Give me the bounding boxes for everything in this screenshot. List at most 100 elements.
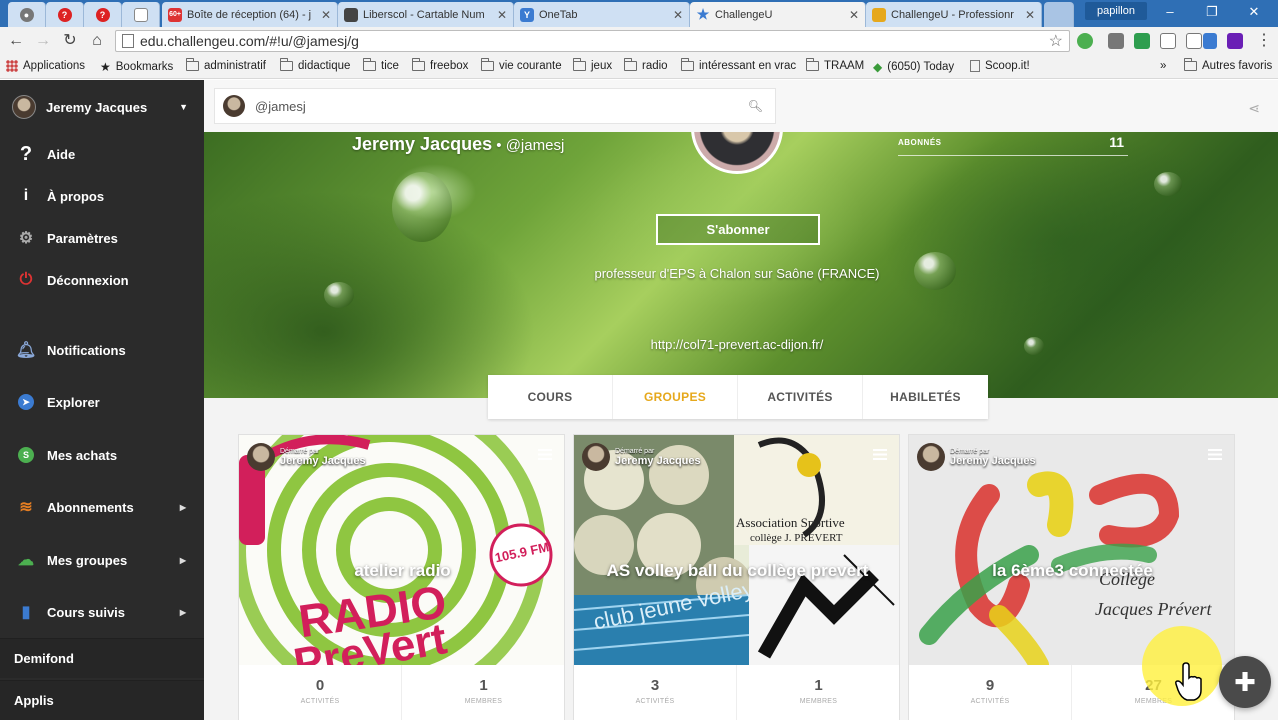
bookmark-tice[interactable]: tice [362,58,399,72]
folder-icon [279,58,293,71]
avatar [223,95,245,117]
home-icon[interactable]: ⌂ [87,31,107,51]
follow-button[interactable]: S'abonner [656,214,820,245]
pocket-icon[interactable] [1108,33,1124,49]
browser-tab-4[interactable] [122,2,160,27]
group-owner: Démarré par Jeremy Jacques [917,443,1036,471]
sidebar-item-abonnements[interactable]: ≋ Abonnements ▶ [0,492,204,522]
search-icon[interactable]: 🔍︎ [748,99,763,113]
group-card-atelier-radio[interactable]: RADIO PreVert 105.9 FM Démarré par Jeremy… [238,434,565,720]
bookmark-administratif[interactable]: administratif [185,58,266,72]
star-icon: ★ [100,60,111,74]
chrome-icon: ● [19,7,34,22]
window-close-icon[interactable]: ✕ [1242,4,1266,20]
bookmark-jeux[interactable]: jeux [572,58,612,72]
browser-tab-2[interactable]: ? [46,2,84,27]
folder-icon [185,58,199,71]
bookmark-freebox[interactable]: freebox [411,58,468,72]
folder-icon [362,58,376,71]
group-title: atelier radio [354,561,451,580]
sidebar-section-applis[interactable]: Applis [0,680,204,720]
minimize-icon[interactable]: – [1158,4,1182,19]
bookmark-interessant[interactable]: intéressant en vrac [680,58,796,72]
profile-chip[interactable]: papillon [1085,2,1147,20]
bookmark-applications[interactable]: Applications [6,60,85,72]
extension-icon[interactable] [1227,33,1243,49]
arrow-right-icon: ▶ [179,555,186,565]
bookmark-autres-favoris[interactable]: Autres favoris [1183,58,1272,72]
profile-name: Jeremy Jacques • @jamesj [352,134,565,154]
bookmark-scoopit[interactable]: Scoop.it! [970,60,1030,72]
tab-habiletes[interactable]: HABILETÉS [863,375,988,419]
browser-tab-1[interactable]: ● [8,2,46,27]
close-icon[interactable]: ✕ [321,8,331,22]
sidebar-item-a-propos[interactable]: i À propos [0,181,204,211]
svg-text:Jacques Prévert: Jacques Prévert [1095,599,1212,619]
subscribers-count[interactable]: ABONNÉS 11 [898,134,1128,156]
group-title: AS volley ball du collège prevert [606,561,869,580]
sidebar-item-mes-groupes[interactable]: ☁ Mes groupes ▶ [0,545,204,575]
share-icon[interactable]: ⋖ [1248,100,1260,117]
tab-cours[interactable]: COURS [488,375,613,419]
bookmark-star-icon[interactable]: ☆ [1049,31,1063,51]
tab-activites[interactable]: ACTIVITÉS [738,375,863,419]
menu-icon[interactable]: ⋮ [1254,31,1274,51]
reload-icon[interactable]: ↻ [60,31,80,51]
bookmark-didactique[interactable]: didactique [279,58,350,72]
close-icon[interactable]: ✕ [1025,8,1035,22]
book-icon: ▮ [21,604,31,621]
browser-tab-gmail[interactable]: 60+ Boîte de réception (64) - j ✕ [162,2,338,27]
bookmark-bookmarks[interactable]: ★ Bookmarks [100,60,173,74]
group-icon: ☁ [18,552,34,569]
sidebar-item-deconnexion[interactable]: ⏻ Déconnexion [0,265,204,295]
address-bar[interactable]: edu.challengeu.com/#!u/@jamesj/g ☆ [115,30,1070,52]
cast-icon[interactable] [1160,33,1176,49]
bookmark-radio[interactable]: radio [623,58,668,72]
browser-tab-liberscol[interactable]: Liberscol - Cartable Num ✕ [338,2,514,27]
browser-toolbar: ← → ↻ ⌂ edu.challengeu.com/#!u/@jamesj/g… [0,27,1278,55]
bookmark-today[interactable]: ◆ (6050) Today [873,60,954,74]
sidebar-item-mes-achats[interactable]: S Mes achats [0,440,204,470]
add-fab-button[interactable]: ✚ [1219,656,1271,708]
browser-tab-3[interactable]: ? [84,2,122,27]
forward-icon[interactable]: → [33,31,53,51]
sidebar-user[interactable]: Jeremy Jacques ▼ [0,92,204,122]
sidebar-item-parametres[interactable]: ⚙ Paramètres [0,223,204,253]
water-drop [392,172,452,242]
close-icon[interactable]: ✕ [849,8,859,22]
profile-website-link[interactable]: http://col71-prevert.ac-dijon.fr/ [204,337,1270,352]
close-icon[interactable]: ✕ [673,8,683,22]
group-card-as-volley[interactable]: Association Sportive collège J. PREVERT … [573,434,900,720]
sidebar-item-explorer[interactable]: ➤ Explorer [0,387,204,417]
arrow-right-icon: ▶ [179,502,186,512]
browser-tab-challengeu-pro[interactable]: ChallengeU - Professionr ✕ [866,2,1042,27]
caret-down-icon[interactable]: ▼ [179,102,188,112]
restore-icon[interactable]: ❐ [1200,4,1224,20]
browser-tab-challengeu[interactable]: ★ ChallengeU ✕ [690,2,866,27]
bookmark-traam[interactable]: TRAAM [805,58,864,72]
screen-icon[interactable] [1186,33,1202,49]
onetab-ext-icon[interactable] [1203,33,1217,49]
close-icon[interactable]: ✕ [497,8,507,22]
menu-icon[interactable] [1208,449,1222,460]
page-icon [970,60,980,72]
menu-icon[interactable] [873,449,887,460]
sidebar-item-cours-suivis[interactable]: ▮ Cours suivis ▶ [0,597,204,627]
sidebar-item-notifications[interactable]: 🔔︎ Notifications [0,335,204,365]
main-content: @jamesj 🔍︎ ⋖ Jeremy Jacques • @jamesj AB… [204,80,1278,720]
evernote-icon[interactable] [1134,33,1150,49]
menu-icon[interactable] [538,449,552,460]
search-input[interactable]: @jamesj 🔍︎ [214,88,776,124]
sidebar-section-demifond[interactable]: Demifond [0,638,204,678]
back-icon[interactable]: ← [6,31,26,51]
tab-groupes[interactable]: GROUPES [613,375,738,419]
group-owner: Démarré par Jeremy Jacques [247,443,366,471]
profile-avatar [691,132,783,174]
new-tab-button[interactable] [1044,2,1074,27]
bookmark-vie-courante[interactable]: vie courante [480,58,562,72]
sidebar: Jeremy Jacques ▼ ? Aide i À propos ⚙ Par… [0,80,204,720]
sidebar-item-aide[interactable]: ? Aide [0,139,204,169]
bookmarks-more[interactable]: » [1160,60,1166,72]
grammarly-icon[interactable] [1077,33,1093,49]
browser-tab-onetab[interactable]: Y OneTab ✕ [514,2,690,27]
